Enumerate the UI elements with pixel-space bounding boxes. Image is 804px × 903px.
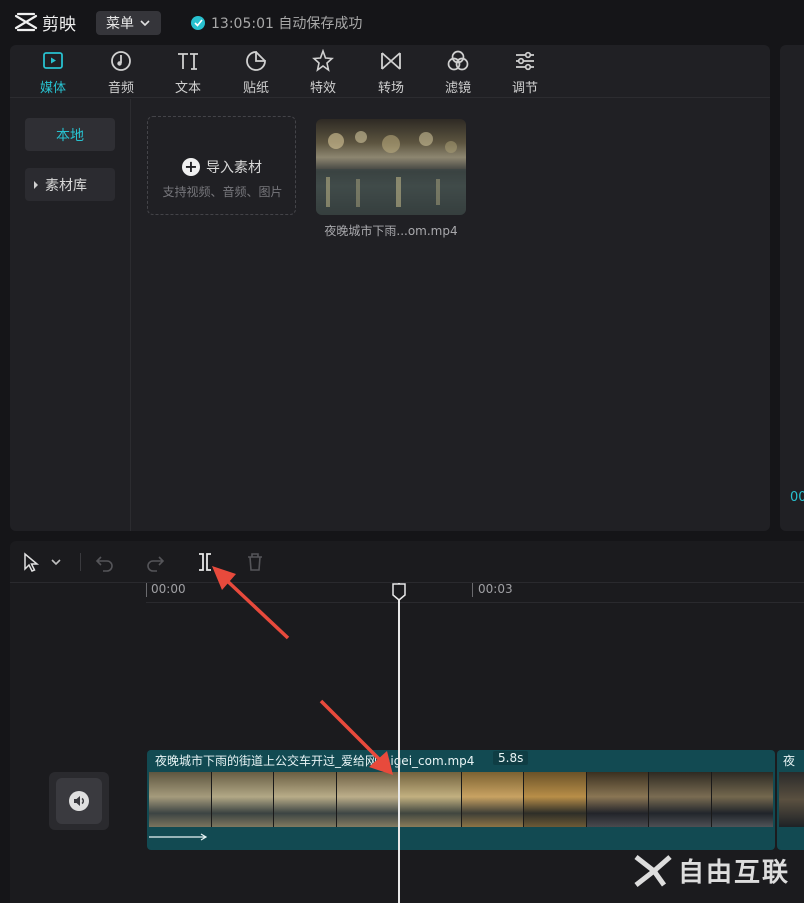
clip-frames — [149, 772, 773, 827]
clip-frame — [399, 772, 462, 827]
transition-icon — [381, 52, 401, 70]
tab-effects[interactable]: 特效 — [298, 49, 348, 97]
tab-adjust[interactable]: 调节 — [500, 49, 550, 97]
player-panel: 00 — [780, 45, 804, 531]
media-icon — [43, 52, 63, 69]
autosave-text: 13:05:01 自动保存成功 — [211, 16, 363, 32]
tab-audio[interactable]: 音频 — [96, 49, 146, 97]
plus-icon: + — [182, 158, 200, 176]
check-icon — [191, 16, 205, 30]
tab-filter[interactable]: 滤镜 — [433, 49, 483, 97]
tab-label: 滤镜 — [444, 81, 471, 96]
sticker-icon — [246, 51, 266, 71]
tab-label: 调节 — [511, 81, 538, 96]
ruler-tick — [472, 583, 473, 597]
sidebar-item-local[interactable]: 本地 — [25, 118, 115, 151]
autosave-status: 13:05:01 自动保存成功 — [191, 13, 362, 33]
toolbar-divider — [80, 553, 81, 571]
playhead-handle-icon[interactable] — [392, 583, 406, 601]
app-name: 剪映 — [42, 14, 76, 35]
tab-label: 贴纸 — [242, 81, 269, 96]
watermark-logo-icon — [634, 854, 672, 887]
video-clip[interactable]: 夜晚城市下雨的街道上公交车开过_爱给网_aigei_com.mp4 5.8s — [147, 750, 775, 850]
tab-label: 文本 — [174, 81, 201, 96]
import-title: + 导入素材 — [182, 157, 262, 177]
text-icon — [178, 53, 198, 70]
tab-media[interactable]: 媒体 — [28, 49, 78, 97]
redo-icon[interactable] — [144, 551, 166, 573]
clip-name: 夜 — [783, 754, 796, 768]
sidebar-item-library[interactable]: 素材库 — [25, 168, 115, 201]
watermark: 自由互联 — [634, 852, 790, 889]
player-timecode: 00 — [790, 490, 804, 505]
clip-frame — [711, 772, 773, 827]
effects-icon — [312, 49, 334, 72]
tab-sticker[interactable]: 贴纸 — [231, 49, 281, 97]
night-rain-thumbnail-image — [316, 131, 466, 215]
speed-arrow-icon — [149, 833, 208, 841]
clip-frame — [149, 772, 212, 827]
tab-text[interactable]: 文本 — [163, 49, 213, 97]
tab-bar: 媒体 音频 文本 贴纸 特效 转场 滤镜 调节 — [10, 45, 770, 98]
chevron-down-icon[interactable] — [50, 551, 62, 573]
adjust-icon — [516, 51, 534, 71]
media-filename: 夜晚城市下雨...om.mp4 — [324, 224, 458, 238]
title-bar: 剪映 菜单 13:05:01 自动保存成功 — [0, 0, 804, 44]
clip-frame — [211, 772, 274, 827]
speaker-icon — [69, 791, 89, 811]
app-logo: 剪映 — [14, 11, 76, 35]
timeline-toolbar — [10, 541, 804, 583]
ruler-label-mid: 00:03 — [478, 582, 513, 596]
chevron-down-icon — [140, 20, 150, 26]
video-clip-next[interactable]: 夜 — [777, 750, 804, 850]
timeline-panel: 00:00 00:03 夜晚城市下雨的街道上公交车开过_爱给网_aigei_co… — [10, 541, 804, 903]
sidebar-item-label: 本地 — [56, 127, 84, 144]
import-media-button[interactable]: + 导入素材 支持视频、音频、图片 — [147, 116, 296, 215]
tab-label: 音频 — [107, 81, 134, 96]
import-subtitle: 支持视频、音频、图片 — [162, 185, 283, 199]
tab-label: 特效 — [309, 81, 336, 96]
clip-frame — [779, 772, 804, 827]
annotation-arrow-split — [212, 566, 290, 640]
clip-frame — [524, 772, 587, 827]
audio-icon — [111, 51, 131, 71]
clip-frame — [586, 772, 649, 827]
clip-frame — [461, 772, 524, 827]
tab-transition[interactable]: 转场 — [366, 49, 416, 97]
menu-button[interactable]: 菜单 — [96, 11, 161, 35]
media-panel: 媒体 音频 文本 贴纸 特效 转场 滤镜 调节 本地 素材库 + 导入素材 支持… — [10, 45, 770, 531]
annotation-arrow-playhead — [319, 699, 393, 775]
tab-label: 媒体 — [39, 81, 66, 96]
clip-frame — [649, 772, 712, 827]
track-audio-toggle[interactable] — [49, 772, 109, 830]
media-thumbnail[interactable] — [316, 119, 466, 215]
import-label: 导入素材 — [206, 160, 262, 176]
media-sidebar: 本地 素材库 — [10, 99, 131, 531]
tab-label: 转场 — [377, 81, 404, 96]
watermark-text: 自由互联 — [677, 858, 790, 888]
select-cursor-icon[interactable] — [20, 551, 42, 573]
menu-label: 菜单 — [106, 16, 134, 32]
undo-icon[interactable] — [94, 551, 116, 573]
filter-icon — [447, 50, 469, 71]
caret-right-icon — [34, 180, 38, 189]
ruler-tick — [146, 583, 147, 597]
sidebar-item-label: 素材库 — [45, 177, 87, 194]
clip-duration: 5.8s — [493, 751, 529, 765]
ruler-label-start: 00:00 — [151, 582, 186, 596]
capcut-logo-icon — [14, 12, 38, 32]
